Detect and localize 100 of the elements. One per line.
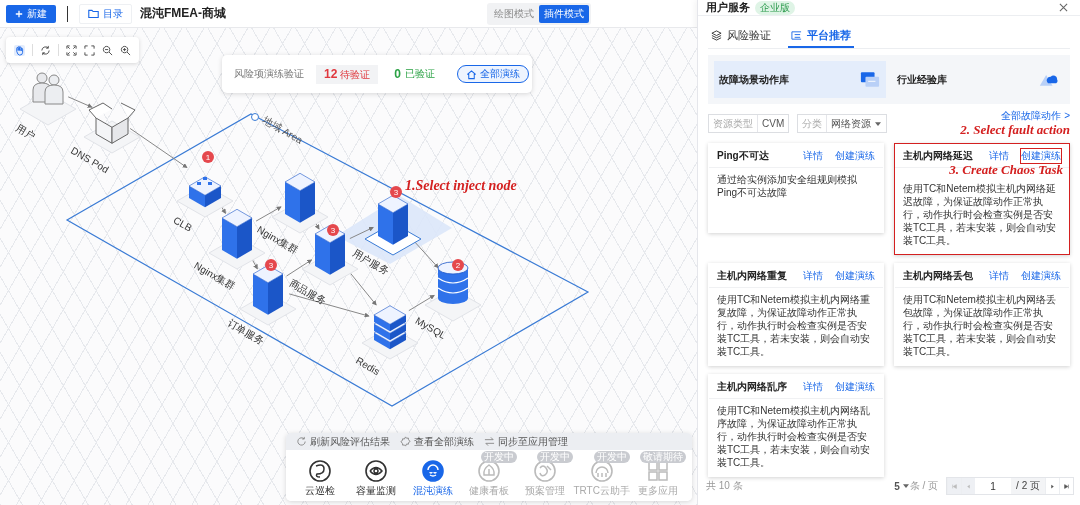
- server-icon[interactable]: [252, 265, 284, 315]
- card-description: 使用TC和Netem模拟主机内网络重复故障，为保证故障动作正常执行，动作执行时会检查实例是否安装TC工具，若未安装，则会自动安装TC工具。: [716, 293, 872, 359]
- connector: [408, 294, 435, 312]
- database-icon[interactable]: [437, 261, 469, 304]
- document-title: 混沌FMEA-商城: [140, 5, 226, 22]
- hand-icon[interactable]: [14, 44, 25, 56]
- verified-label: 已验证: [405, 67, 436, 81]
- pending-count: 12: [324, 66, 338, 81]
- folder-icon: [88, 8, 99, 19]
- app-icon: [534, 460, 557, 482]
- node-label: DNS Pod: [68, 144, 111, 176]
- rotate-icon[interactable]: [40, 44, 51, 56]
- gateway-icon[interactable]: [188, 176, 222, 208]
- create-drill-link[interactable]: 创建演练: [835, 148, 875, 163]
- detail-link[interactable]: 详情: [803, 379, 823, 394]
- node-label: 订单服务: [225, 317, 266, 347]
- app-item[interactable]: 容量监测: [348, 451, 405, 498]
- detail-link[interactable]: 详情: [989, 148, 1009, 163]
- app-item[interactable]: 混沌演练: [404, 451, 461, 498]
- action-link[interactable]: 同步至应用管理: [484, 434, 568, 449]
- area-label: 地域 Area: [261, 114, 305, 146]
- connector: [129, 127, 188, 169]
- annotation-text: 1.Select inject node: [405, 178, 517, 194]
- server-icon[interactable]: [221, 209, 253, 259]
- detail-link[interactable]: 详情: [803, 268, 823, 283]
- next-page-icon: [1050, 483, 1055, 489]
- count-badge: 3: [265, 259, 277, 271]
- filter-select[interactable]: 资源类型 CVM: [708, 114, 790, 133]
- total-count: 共 10 条: [706, 479, 743, 493]
- action-link[interactable]: 查看全部演练: [400, 434, 474, 449]
- mode-tab[interactable]: 插件模式: [539, 4, 589, 23]
- plus-icon: [15, 9, 23, 18]
- card-description: 使用TC和Netem模拟主机内网络丢包故障，为保证故障动作正常执行，动作执行时会检查实例是否安装TC工具，若未安装，则会自动安装TC工具。: [902, 293, 1058, 359]
- create-drill-link[interactable]: 创建演练: [1021, 148, 1061, 163]
- caret-icon: [902, 484, 909, 488]
- verified-count: 0: [394, 67, 402, 81]
- annotation-text: 2. Select fault action: [960, 122, 1070, 137]
- mode-tab[interactable]: 绘图模式: [489, 4, 539, 23]
- sync-icon: [484, 436, 495, 447]
- close-icon[interactable]: [1059, 3, 1068, 12]
- count-badge: 3: [390, 186, 402, 198]
- page-count: / 2 页: [1011, 478, 1045, 494]
- app-icon: [365, 460, 388, 482]
- annotation-text: 3. Create Chaos Task: [948, 162, 1064, 177]
- panel-tab[interactable]: 平台推荐: [788, 26, 854, 48]
- connector: [286, 259, 313, 277]
- catalog-button[interactable]: 目录: [79, 3, 132, 24]
- count-badge: 3: [327, 224, 339, 236]
- filter-select[interactable]: 分类 网络资源: [797, 114, 888, 133]
- create-drill-link[interactable]: 创建演练: [835, 268, 875, 283]
- node-label: CLB: [171, 214, 194, 234]
- connector: [255, 206, 282, 222]
- app-icon: [421, 460, 444, 482]
- app-item[interactable]: 云巡检: [292, 451, 348, 498]
- server-icon[interactable]: [377, 195, 409, 245]
- card-description: 使用TC和Netem模拟主机内网络延迟故障，为保证故障动作正常执行，动作执行时会检查实例是否安装TC工具，若未安装，则会自动安装TC工具。: [902, 182, 1058, 248]
- create-drill-link[interactable]: 创建演练: [1021, 268, 1061, 283]
- first-page-icon: [952, 483, 958, 489]
- connector: [67, 96, 93, 108]
- detail-link[interactable]: 详情: [989, 268, 1009, 283]
- home-icon: [466, 68, 478, 80]
- new-button[interactable]: 新建: [6, 4, 56, 23]
- panel-tab[interactable]: 风险验证: [708, 26, 774, 48]
- page-size-unit: 条 / 页: [909, 479, 939, 493]
- node-label: 用户: [14, 122, 38, 142]
- detail-link[interactable]: 详情: [803, 148, 823, 163]
- zoom-in-icon[interactable]: [120, 44, 131, 56]
- layers-icon: [711, 30, 722, 41]
- library-tile[interactable]: 行业经验库: [892, 61, 1064, 98]
- card-description: 通过给实例添加安全组规则模拟Ping不可达故障: [716, 173, 858, 200]
- refresh-icon: [296, 436, 307, 447]
- create-drill-link[interactable]: 创建演练: [835, 379, 875, 394]
- pending-label: 待验证: [340, 67, 371, 82]
- app-icon: [309, 460, 331, 482]
- app-icon: [590, 460, 613, 482]
- users-icon[interactable]: [32, 72, 64, 105]
- server-icon[interactable]: [284, 173, 316, 223]
- box-icon[interactable]: [88, 102, 136, 144]
- fit-screen-icon[interactable]: [66, 44, 77, 56]
- zoom-out-icon[interactable]: [102, 44, 113, 56]
- stack-icon[interactable]: [373, 305, 407, 350]
- edition-badge: 企业版: [755, 0, 795, 15]
- fullscreen-icon[interactable]: [84, 44, 95, 56]
- card-title: Ping不可达: [717, 148, 769, 163]
- library-tile[interactable]: 故障场景动作库: [714, 61, 886, 98]
- all-actions-link[interactable]: 全部故障动作 >: [1001, 110, 1070, 122]
- prev-page-icon: [966, 483, 972, 489]
- node-label: 用户服务: [350, 247, 391, 277]
- action-link[interactable]: 刷新风险评估结果: [296, 434, 390, 449]
- card-title: 主机内网络延迟: [903, 148, 973, 163]
- page-input[interactable]: 1: [975, 480, 1012, 492]
- page-size-select[interactable]: 5: [894, 480, 909, 492]
- grid-icon: [646, 460, 669, 482]
- node-label: 商品服务: [287, 277, 328, 307]
- all-drills-button[interactable]: 全部演练: [457, 65, 530, 83]
- server-icon[interactable]: [314, 225, 346, 275]
- card-title: 主机内网络丢包: [903, 268, 973, 283]
- count-badge: 2: [452, 259, 464, 271]
- app-icon: [478, 460, 500, 482]
- list-icon: [791, 30, 802, 41]
